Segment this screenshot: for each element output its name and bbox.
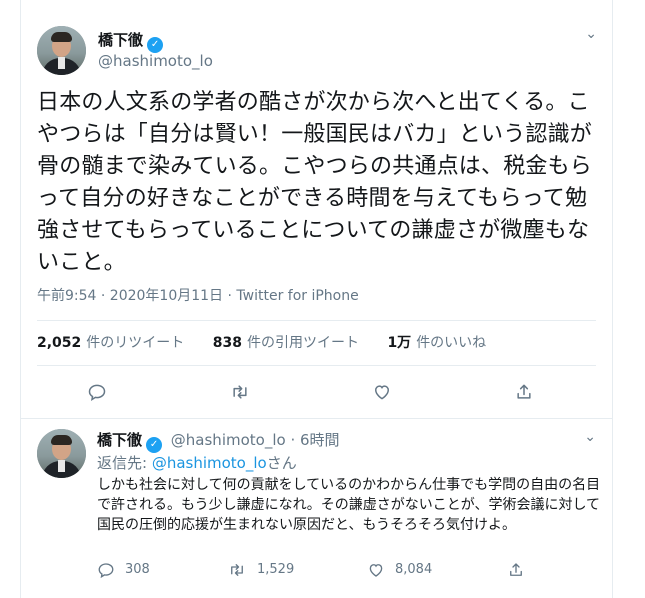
avatar[interactable] [37, 26, 86, 75]
reply-to-handle-link[interactable]: @hashimoto_lo [152, 454, 267, 472]
retweets-stat[interactable]: 2,052 件のリツイート [37, 335, 184, 351]
divider [37, 365, 596, 366]
reply-icon [98, 562, 114, 578]
tweet-header: 橋下徹 ✓ @hashimoto_lo ⌄ [37, 26, 597, 76]
likes-label: 件のいいね [416, 335, 487, 351]
share-icon [510, 562, 522, 576]
share-button[interactable] [509, 377, 539, 407]
reply-tweet[interactable]: 橋下徹 ✓ @hashimoto_lo · 6時間 ⌄ 返信先: @hashimo… [21, 419, 612, 598]
reply-to-prefix: 返信先: [97, 454, 152, 472]
tweet-text: 日本の人文系の学者の酷さが次から次へと出てくる。こやつらは「自分は賢い！一般国民… [37, 90, 593, 275]
retweet-icon [233, 385, 247, 399]
retweets-label: 件のリツイート [86, 335, 185, 351]
heart-icon [374, 385, 390, 400]
reply-button[interactable] [82, 377, 112, 407]
like-button[interactable] [367, 377, 397, 407]
reply-count: 308 [125, 562, 150, 577]
reply-actions: 308 1,529 8,084 [97, 559, 597, 581]
retweet-count: 1,529 [257, 562, 295, 577]
like-count: 8,084 [395, 562, 433, 577]
likes-stat[interactable]: 1万 件のいいね [387, 335, 486, 351]
reply-retweet-button[interactable]: 1,529 [227, 559, 294, 581]
author-name-line[interactable]: 橋下徹 ✓ [98, 29, 164, 53]
quotes-label: 件の引用ツイート [246, 335, 359, 351]
reply-reply-button[interactable]: 308 [97, 559, 150, 581]
reply-to-line: 返信先: @hashimoto_loさん [97, 452, 297, 473]
share-icon [517, 384, 531, 399]
verified-badge-icon: ✓ [146, 437, 163, 453]
reply-time[interactable]: · 6時間 [290, 431, 339, 449]
tweet-actions [37, 377, 596, 407]
reply-author-name[interactable]: 橋下徹 [97, 431, 142, 449]
heart-icon [369, 563, 383, 577]
verified-badge-icon: ✓ [147, 37, 164, 53]
reply-like-button[interactable]: 8,084 [367, 559, 432, 581]
author-name[interactable]: 橋下徹 [98, 31, 143, 49]
retweet-button[interactable] [225, 377, 255, 407]
reply-icon [88, 384, 106, 402]
chevron-down-icon[interactable]: ⌄ [585, 26, 597, 42]
chevron-down-icon[interactable]: ⌄ [584, 429, 596, 445]
likes-count: 1万 [387, 335, 412, 351]
quotes-count: 838 [212, 335, 242, 351]
quotes-stat[interactable]: 838 件の引用ツイート [213, 335, 359, 351]
divider [37, 320, 596, 321]
tweet-timestamp[interactable]: 午前9:54 · 2020年10月11日 · Twitter for iPhon… [37, 285, 359, 305]
retweet-icon [231, 563, 243, 576]
retweets-count: 2,052 [37, 335, 82, 351]
reply-header: 橋下徹 ✓ @hashimoto_lo · 6時間 [97, 429, 340, 453]
reply-text: しかも社会に対して何の貢献をしているのかわからん仕事でも学問の自由の名目で許され… [97, 477, 601, 533]
tweet-column: 橋下徹 ✓ @hashimoto_lo ⌄ 日本の人文系の学者の酷さが次から次へと… [20, 0, 613, 598]
reply-author-handle[interactable]: @hashimoto_lo [171, 431, 286, 449]
reply-share-button[interactable] [507, 559, 535, 581]
reply-to-suffix: さん [266, 454, 297, 472]
avatar[interactable] [37, 429, 86, 478]
tweet-stats: 2,052 件のリツイート 838 件の引用ツイート 1万 件のいいね [37, 332, 510, 352]
author-handle[interactable]: @hashimoto_lo [98, 52, 213, 70]
